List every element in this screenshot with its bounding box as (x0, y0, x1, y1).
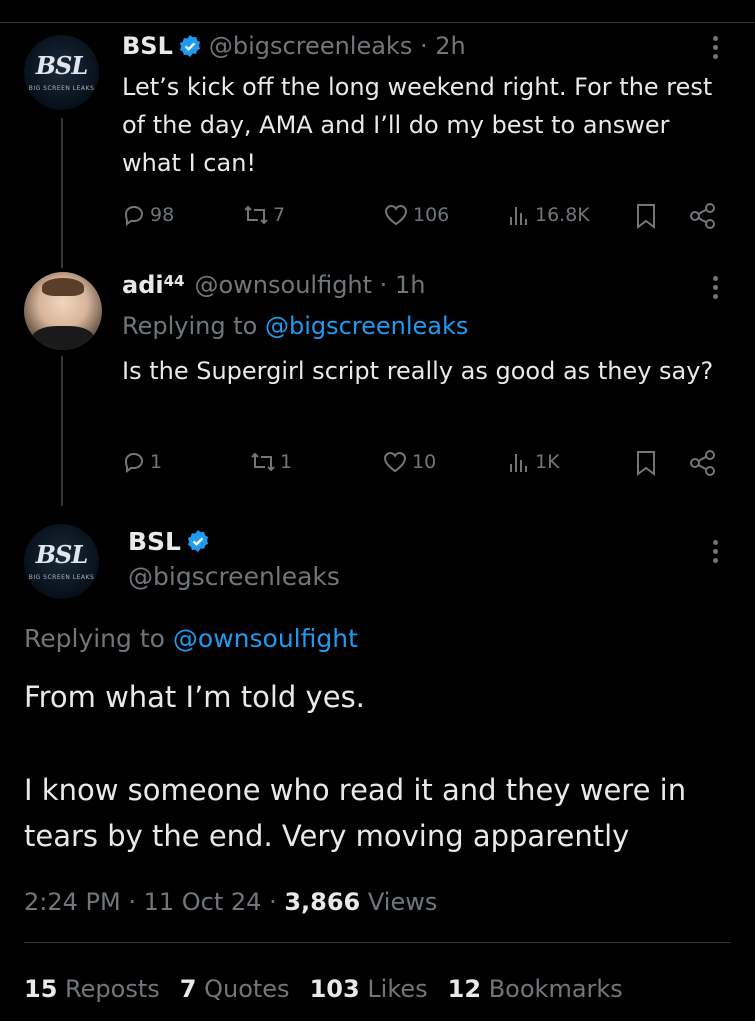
stat-count: 12 (447, 975, 482, 1003)
engagement-stats: 15 Reposts 7 Quotes 103 Likes 12 Bookmar… (24, 971, 623, 1007)
author-name-sup: 44 (163, 272, 185, 290)
meta-separator: · (120, 888, 144, 916)
reply-count: 1 (150, 451, 163, 473)
thread-line (61, 118, 63, 268)
repost-button[interactable]: 7 (243, 203, 285, 227)
stat-label: Bookmarks (488, 975, 623, 1003)
avatar-hair (42, 278, 84, 296)
like-count: 106 (413, 204, 450, 226)
thread-line (61, 356, 63, 506)
avatar-shirt (32, 326, 94, 350)
meta-separator: · (372, 271, 395, 299)
views-button[interactable]: 1K (507, 450, 560, 474)
tweet-header: adi 44 @ownsoulfight · 1h (122, 268, 425, 302)
bsl-avatar[interactable]: BSL BIG SCREEN LEAKS (24, 35, 99, 110)
avatar-logo-text: BSL (35, 51, 89, 80)
share-icon[interactable] (689, 203, 717, 229)
divider (24, 942, 731, 943)
tweet-time[interactable]: 2h (435, 32, 465, 60)
like-count: 10 (412, 451, 437, 473)
views-button[interactable]: 16.8K (507, 203, 590, 227)
reply-icon (124, 205, 144, 226)
author-handle[interactable]: @bigscreenleaks (209, 32, 412, 60)
like-button[interactable]: 10 (382, 450, 436, 474)
replying-label: Replying to (24, 623, 165, 653)
views-label: Views (367, 888, 438, 916)
view-count: 16.8K (535, 204, 590, 226)
like-button[interactable]: 106 (383, 203, 449, 227)
author-handle[interactable]: @bigscreenleaks (128, 562, 340, 591)
avatar-logo-subtext: BIG SCREEN LEAKS (28, 85, 95, 92)
stat-label: Reposts (65, 975, 160, 1003)
main-author-name-row: BSL (128, 524, 217, 558)
tweet-text: Is the Supergirl script really as good a… (122, 357, 714, 385)
stat-likes[interactable]: 103 Likes (310, 975, 428, 1003)
top-divider (0, 22, 755, 23)
repost-count: 1 (280, 451, 293, 473)
more-icon[interactable] (713, 36, 719, 63)
bsl-avatar[interactable]: BSL BIG SCREEN LEAKS (24, 524, 99, 599)
stat-reposts[interactable]: 15 Reposts (24, 975, 160, 1003)
meta-separator: · (412, 32, 436, 60)
meta-separator: · (261, 888, 285, 916)
views-icon (510, 454, 527, 472)
bookmark-icon[interactable] (635, 203, 657, 229)
stat-count: 7 (179, 975, 197, 1003)
repost-button[interactable]: 1 (250, 450, 292, 474)
main-tweet-text-p2: I know someone who read it and they were… (24, 773, 687, 853)
reply-button[interactable]: 1 (122, 450, 162, 474)
main-tweet-text-p1: From what I’m told yes. (24, 680, 365, 714)
stat-bookmarks[interactable]: 12 Bookmarks (448, 975, 623, 1003)
replying-to: Replying to @ownsoulfight (24, 620, 358, 656)
view-count: 1K (535, 451, 560, 473)
reply-icon (124, 452, 144, 473)
repost-count: 7 (273, 204, 286, 226)
avatar-logo-text: BSL (35, 540, 89, 569)
verified-badge-icon (179, 35, 200, 57)
author-name[interactable]: adi (122, 271, 164, 299)
like-icon (384, 204, 408, 226)
author-handle[interactable]: @ownsoulfight (194, 271, 372, 299)
views-icon (510, 207, 527, 225)
replying-handle-link[interactable]: @ownsoulfight (173, 624, 358, 653)
share-icon[interactable] (689, 450, 717, 476)
tweet-time[interactable]: 2:24 PM (24, 888, 121, 916)
replying-label: Replying to (122, 312, 258, 340)
main-author-handle-row: @bigscreenleaks (128, 559, 340, 593)
bookmark-icon[interactable] (635, 450, 657, 476)
author-name[interactable]: BSL (128, 527, 181, 556)
repost-icon (244, 205, 268, 225)
tweet-header: BSL @bigscreenleaks · 2h (122, 30, 466, 62)
reply-count: 98 (150, 204, 175, 226)
more-icon[interactable] (713, 540, 719, 567)
like-icon (383, 451, 407, 473)
stat-count: 15 (24, 975, 58, 1003)
author-name[interactable]: BSL (122, 32, 173, 60)
adi-avatar[interactable] (24, 272, 102, 350)
tweet-date[interactable]: 11 Oct 24 (144, 888, 262, 916)
stat-label: Likes (367, 975, 428, 1003)
verified-badge-icon (187, 530, 209, 552)
tweet-actions: 98 7 106 16.8K (122, 203, 717, 231)
tweet-time[interactable]: 1h (395, 271, 425, 299)
more-icon[interactable] (713, 276, 719, 303)
tweet-actions: 1 1 10 1K (122, 450, 717, 478)
repost-icon (251, 452, 275, 472)
stat-count: 103 (309, 975, 360, 1003)
replying-handle-link[interactable]: @bigscreenleaks (265, 312, 468, 340)
tweet-text: Let’s kick off the long weekend right. F… (122, 73, 713, 177)
stat-quotes[interactable]: 7 Quotes (180, 975, 290, 1003)
avatar-logo-subtext: BIG SCREEN LEAKS (28, 574, 95, 581)
tweet-meta: 2:24 PM · 11 Oct 24 · 3,866 Views (24, 884, 437, 920)
stat-label: Quotes (204, 975, 290, 1003)
replying-to: Replying to @bigscreenleaks (122, 309, 468, 343)
reply-button[interactable]: 98 (122, 203, 174, 227)
views-count: 3,866 (284, 888, 361, 916)
